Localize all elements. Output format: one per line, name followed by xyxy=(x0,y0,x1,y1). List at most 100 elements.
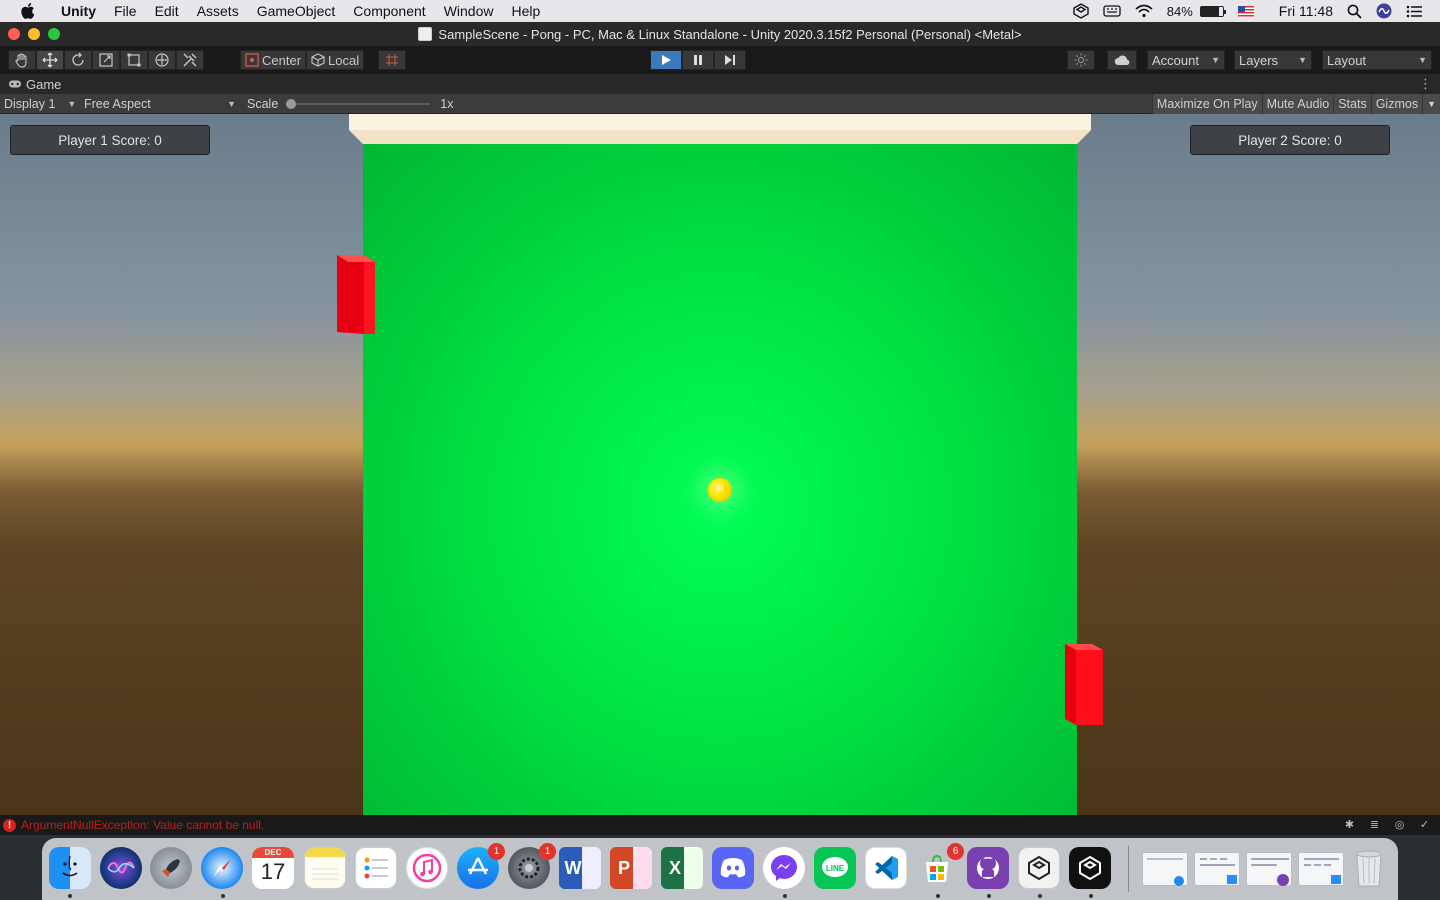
layers-dropdown[interactable]: Layers ▼ xyxy=(1234,50,1312,70)
clock[interactable]: Fri 11:48 xyxy=(1279,3,1333,19)
messenger-icon[interactable] xyxy=(763,847,805,889)
siri-icon[interactable] xyxy=(100,847,142,889)
notification-center-icon[interactable] xyxy=(1406,5,1422,18)
menu-gameobject[interactable]: GameObject xyxy=(248,3,345,19)
discord-icon[interactable] xyxy=(712,847,754,889)
maximize-on-play-toggle[interactable]: Maximize On Play xyxy=(1151,94,1262,114)
chevron-down-icon: ▼ xyxy=(67,99,77,109)
gizmos-dropdown[interactable]: ▼ xyxy=(1422,94,1440,114)
bug-icon[interactable]: ✱ xyxy=(1342,818,1357,832)
trash-icon[interactable] xyxy=(1348,847,1390,889)
cloud-services-button[interactable] xyxy=(1107,50,1137,70)
running-indicator xyxy=(221,894,225,898)
display-dropdown[interactable]: Display 1 ▼ xyxy=(4,94,76,114)
layout-dropdown[interactable]: Layout ▼ xyxy=(1322,50,1432,70)
left-paddle xyxy=(337,255,375,334)
microsoft-store-icon[interactable]: 6 xyxy=(916,843,964,889)
stats-toggle[interactable]: Stats xyxy=(1333,94,1371,114)
running-indicator xyxy=(1038,894,1042,898)
safari-icon[interactable] xyxy=(201,847,243,889)
unity-scene-document-icon xyxy=(418,27,433,41)
wifi-icon[interactable] xyxy=(1135,4,1153,18)
scale-value: 1x xyxy=(440,97,454,111)
chevron-down-icon: ▼ xyxy=(1298,55,1307,65)
mute-audio-toggle[interactable]: Mute Audio xyxy=(1261,94,1334,114)
gizmos-toggle[interactable]: Gizmos xyxy=(1370,94,1423,114)
rotate-tool-button[interactable] xyxy=(64,50,92,70)
unity-hub-icon[interactable] xyxy=(1018,847,1060,889)
aspect-dropdown[interactable]: Free Aspect ▼ xyxy=(84,94,238,114)
local-cube-icon xyxy=(311,53,325,67)
notes-icon[interactable] xyxy=(304,847,346,889)
minimized-window-thumbnail[interactable] xyxy=(1298,852,1344,886)
keyboard-icon[interactable] xyxy=(1103,4,1121,18)
console-status-bar[interactable]: ! ArgumentNullException: Value cannot be… xyxy=(0,815,1440,835)
menu-file[interactable]: File xyxy=(105,3,146,19)
finder-icon[interactable] xyxy=(49,847,91,889)
pause-button[interactable] xyxy=(682,50,714,70)
window-title: SampleScene - Pong - PC, Mac & Linux Sta… xyxy=(438,26,1022,42)
tab-game[interactable]: Game xyxy=(0,77,61,92)
menu-help[interactable]: Help xyxy=(502,3,549,19)
pivot-center-toggle[interactable]: Center xyxy=(240,50,307,70)
window-controls xyxy=(8,28,60,40)
custom-tool-button[interactable] xyxy=(176,50,204,70)
minimized-window-thumbnail[interactable] xyxy=(1194,852,1240,886)
chevron-down-icon: ▼ xyxy=(227,99,236,109)
more-options-icon[interactable]: ⋮ xyxy=(1419,76,1432,92)
grid-snap-button[interactable] xyxy=(378,50,406,70)
hand-tool-button[interactable] xyxy=(8,50,36,70)
play-button[interactable] xyxy=(650,50,682,70)
move-tool-button[interactable] xyxy=(36,50,64,70)
unity-icon[interactable] xyxy=(1069,847,1111,889)
scale-slider-handle[interactable] xyxy=(286,99,297,109)
zoom-window-button[interactable] xyxy=(48,28,60,40)
music-icon[interactable] xyxy=(406,847,448,889)
menu-assets[interactable]: Assets xyxy=(188,3,248,19)
collab-button[interactable] xyxy=(1067,50,1095,70)
system-preferences-icon[interactable]: 1 xyxy=(508,843,556,889)
menu-edit[interactable]: Edit xyxy=(146,3,188,19)
menu-component[interactable]: Component xyxy=(344,3,434,19)
line-icon[interactable]: LINE xyxy=(814,847,856,889)
apple-menu-icon[interactable] xyxy=(18,1,38,21)
word-icon[interactable]: W xyxy=(559,847,601,889)
transform-tool-button[interactable] xyxy=(148,50,176,70)
minimize-window-button[interactable] xyxy=(28,28,40,40)
scale-slider[interactable] xyxy=(286,99,431,109)
launchpad-icon[interactable] xyxy=(150,847,192,889)
github-desktop-icon[interactable] xyxy=(967,847,1009,889)
gamepad-icon xyxy=(9,80,21,88)
excel-icon[interactable]: X xyxy=(661,847,703,889)
running-indicator xyxy=(68,894,72,898)
input-source-flag-icon[interactable] xyxy=(1237,5,1254,17)
step-button[interactable] xyxy=(714,50,746,70)
battery-icon[interactable] xyxy=(1199,5,1226,17)
app-store-icon[interactable]: 1 xyxy=(457,843,505,889)
siri-icon[interactable] xyxy=(1376,3,1392,19)
vscode-icon[interactable] xyxy=(865,847,907,889)
scale-tool-button[interactable] xyxy=(92,50,120,70)
app-store-badge: 1 xyxy=(488,843,505,860)
stack-icon[interactable]: ≣ xyxy=(1367,818,1382,832)
reminders-icon[interactable] xyxy=(355,847,397,889)
pivot-label: Center xyxy=(262,52,302,68)
game-viewport[interactable]: Player 1 Score: 0 Player 2 Score: 0 xyxy=(0,114,1440,815)
close-window-button[interactable] xyxy=(8,28,20,40)
ball xyxy=(708,478,732,502)
auto-generate-lighting-icon[interactable]: ◎ xyxy=(1392,818,1407,832)
console-error-message[interactable]: ArgumentNullException: Value cannot be n… xyxy=(21,818,264,832)
calendar-icon[interactable]: DEC 17 xyxy=(252,847,294,889)
spotlight-search-icon[interactable] xyxy=(1347,4,1362,19)
rect-tool-button[interactable] xyxy=(120,50,148,70)
powerpoint-icon[interactable]: P xyxy=(610,847,652,889)
menu-app-unity[interactable]: Unity xyxy=(52,3,105,19)
menu-window[interactable]: Window xyxy=(435,3,503,19)
minimized-window-thumbnail[interactable] xyxy=(1246,852,1292,886)
unity-toolbar: Center Local Account ▼ Layers ▼ Layout ▼ xyxy=(0,46,1440,74)
unity-status-icon[interactable] xyxy=(1073,3,1089,19)
minimized-window-thumbnail[interactable] xyxy=(1142,852,1188,886)
pivot-local-toggle[interactable]: Local xyxy=(306,50,365,70)
progress-check-icon[interactable]: ✓ xyxy=(1417,818,1432,832)
account-dropdown[interactable]: Account ▼ xyxy=(1147,50,1225,70)
